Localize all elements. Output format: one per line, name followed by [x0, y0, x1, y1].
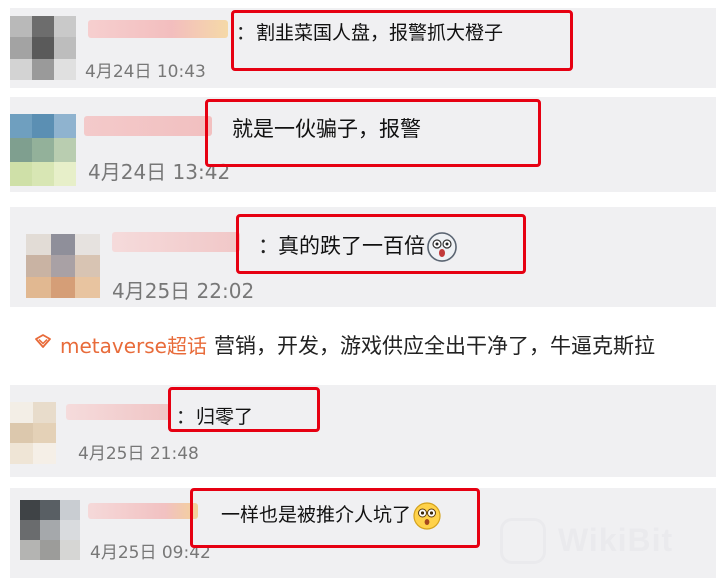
comment-time: 4月25日 21:48 — [78, 444, 199, 464]
comment-time: 4月24日 10:43 — [85, 62, 206, 82]
super-topic-icon — [34, 333, 52, 348]
avatar[interactable] — [10, 402, 56, 464]
wikibit-logo-icon — [500, 518, 546, 564]
comment-time: 4月25日 22:02 — [112, 279, 255, 303]
highlight-box — [236, 214, 526, 274]
username-blurred[interactable] — [84, 116, 212, 136]
avatar[interactable] — [10, 114, 76, 186]
wikibit-watermark: WikiBit — [500, 510, 710, 570]
watermark-text: WikiBit — [558, 522, 674, 558]
username-blurred[interactable] — [88, 503, 198, 519]
highlight-box — [190, 488, 480, 548]
avatar[interactable] — [26, 234, 100, 298]
super-topic-link[interactable]: metaverse超话 — [60, 330, 207, 359]
username-blurred[interactable] — [112, 232, 240, 252]
avatar[interactable] — [10, 16, 76, 80]
username-blurred[interactable] — [88, 20, 228, 38]
highlight-box — [231, 10, 573, 71]
avatar[interactable] — [20, 500, 80, 560]
topic-post-text: 营销，开发，游戏供应全出干净了，牛逼克斯拉 — [214, 334, 655, 358]
highlight-box — [168, 387, 320, 432]
highlight-box — [205, 99, 541, 167]
username-blurred[interactable] — [66, 404, 170, 420]
